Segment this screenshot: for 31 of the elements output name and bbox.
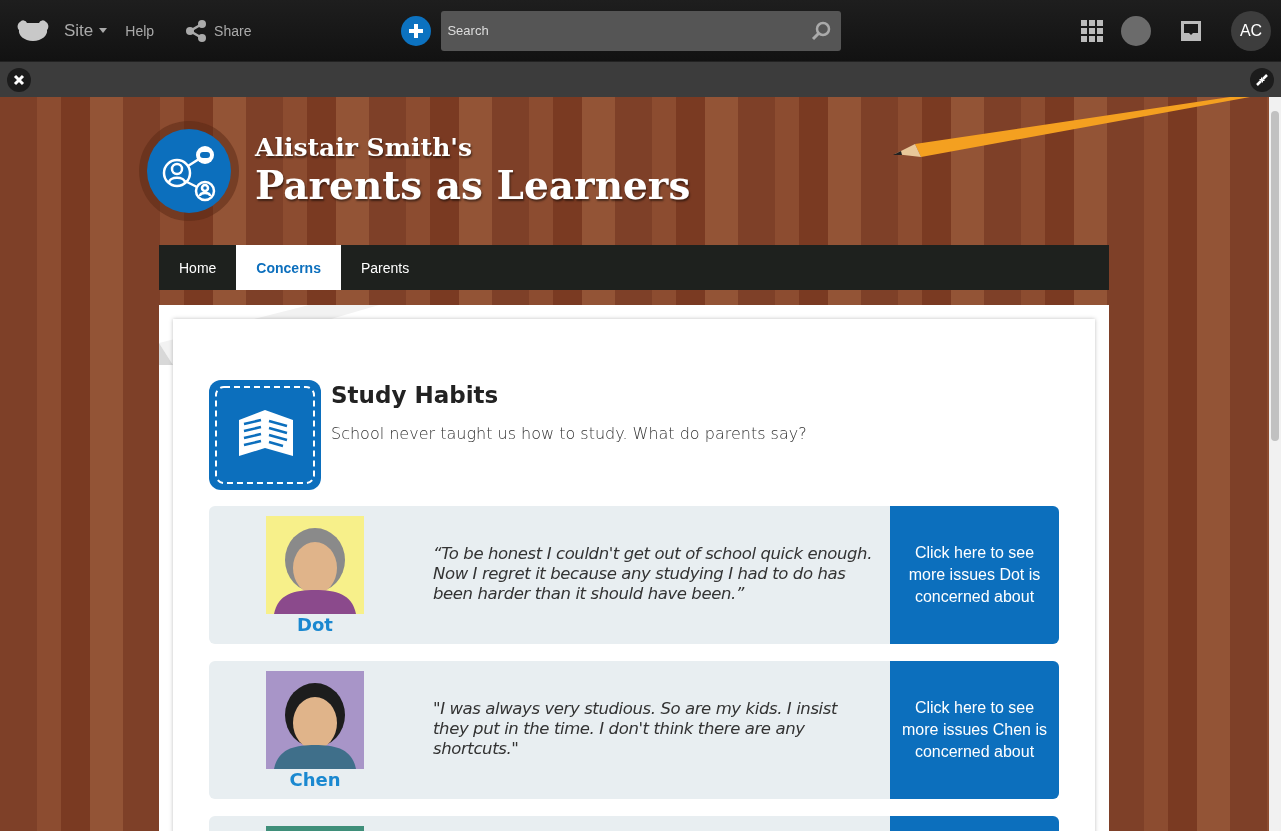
open-book-icon	[209, 380, 321, 490]
nav-tab[interactable]: Parents	[340, 245, 430, 290]
search-icon[interactable]	[811, 20, 832, 41]
caret-icon	[99, 28, 108, 33]
nav-tab[interactable]: Concerns	[236, 245, 341, 290]
close-icon[interactable]	[7, 67, 31, 92]
site-title: Parents as Learners	[255, 162, 691, 209]
share-icon	[184, 18, 209, 43]
nav-tab[interactable]: Home	[159, 245, 237, 290]
add-icon[interactable]	[401, 15, 432, 46]
more-issues-button[interactable]: Click here to see more issues Chen is concerned about	[890, 661, 1059, 799]
status-circle-icon[interactable]	[1121, 15, 1151, 46]
parent-name: Chen	[289, 769, 341, 790]
topic-title: Study Habits	[331, 382, 500, 408]
inbox-icon[interactable]	[1181, 20, 1201, 41]
topic-subtitle: School never taught us how to study. What do parents say?	[331, 424, 807, 443]
site-owner: Alistair Smith's	[255, 133, 474, 163]
parents-network-icon	[147, 129, 231, 213]
user-avatar[interactable]: AC	[1231, 10, 1271, 51]
frog-logo-icon[interactable]	[16, 18, 50, 43]
share-button[interactable]: Share	[184, 18, 252, 43]
more-issues-button[interactable]: Click here to see more issues Dot is concerned about	[890, 506, 1059, 644]
parent-quote: "I was always very studious. So are my kids. I insist they put in the time. I don't think there are any shortcuts."	[432, 698, 839, 760]
collapse-icon[interactable]	[1250, 67, 1274, 92]
parent-quote: “To be honest I couldn't get out of school quick enough. Now I regret it because any studying I had to do has been harder than it should have been.”	[432, 543, 873, 605]
apps-grid-icon[interactable]	[1081, 19, 1103, 42]
help-link[interactable]: Help	[125, 22, 155, 39]
scrollbar[interactable]	[1269, 97, 1281, 831]
site-menu[interactable]: Site	[64, 20, 108, 41]
parent-name: Dot	[297, 614, 333, 635]
search-field[interactable]: Search	[441, 10, 842, 51]
